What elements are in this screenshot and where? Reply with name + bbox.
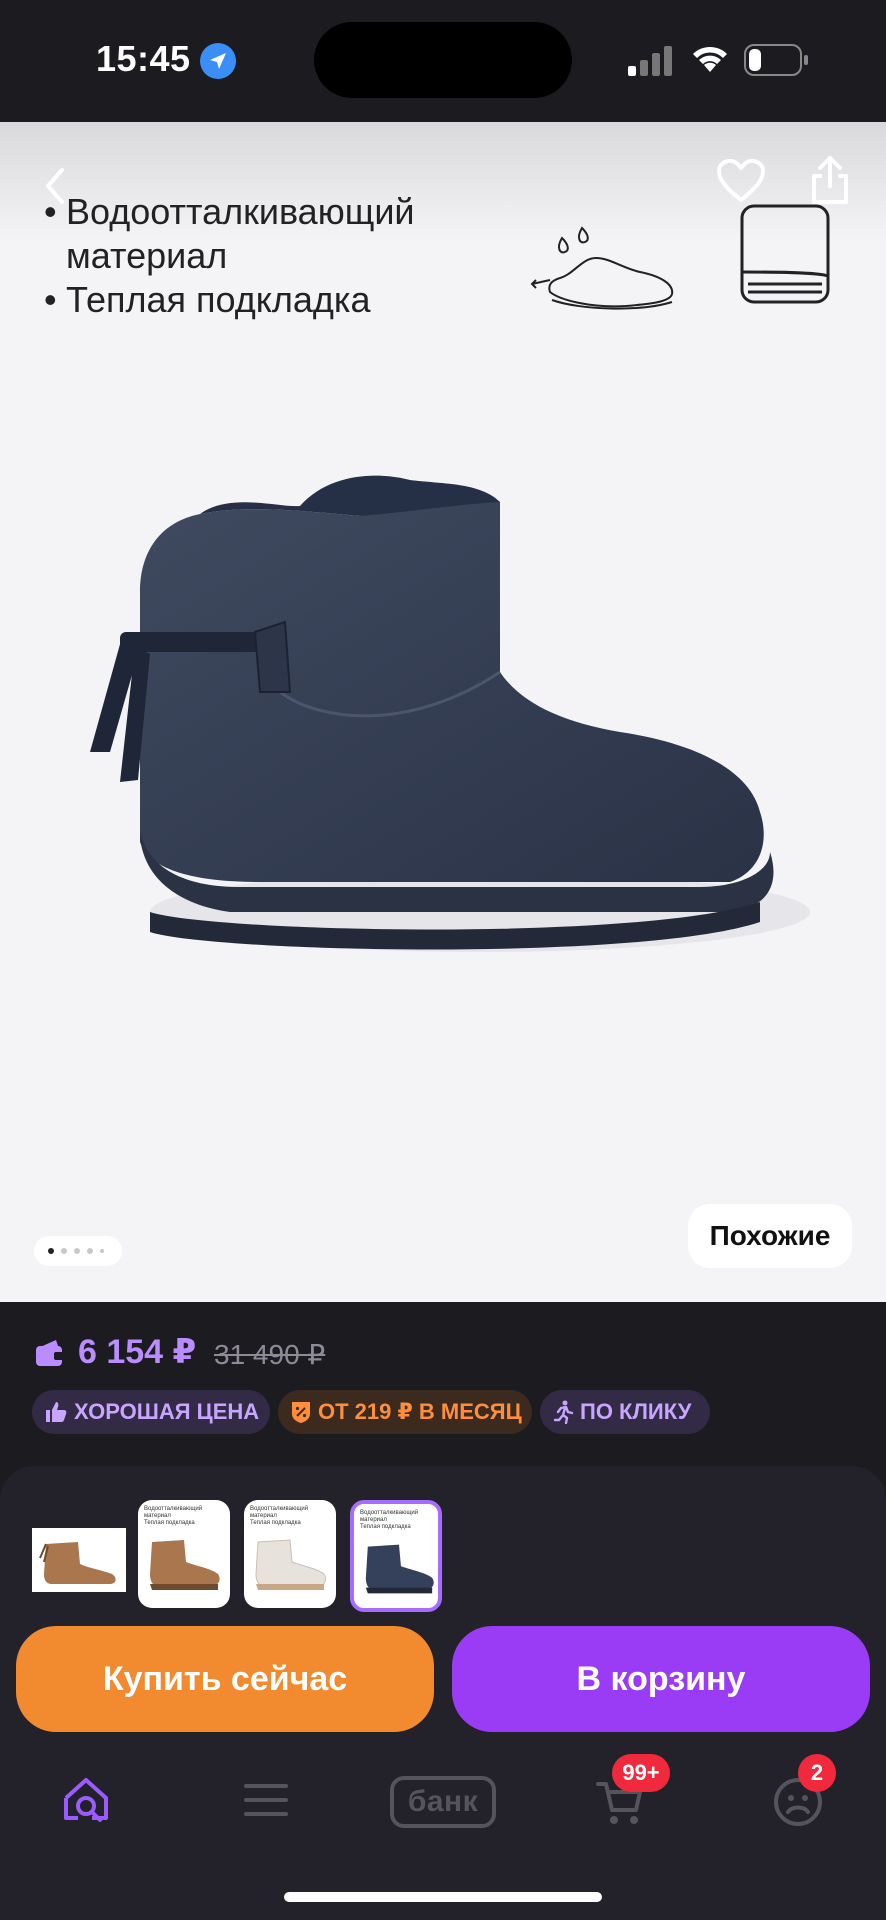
cart-count-badge: 99+ [612, 1754, 670, 1792]
bottom-tab-bar: банк 99+ 2 [0, 1736, 886, 1866]
pager-dot [61, 1248, 67, 1254]
battery-icon [744, 44, 810, 81]
product-boot-image [90, 475, 810, 952]
favorite-heart-icon[interactable] [716, 158, 766, 204]
feature-text: Водоотталкивающий материал [66, 191, 415, 276]
current-price: 6 154 ₽ [78, 1333, 197, 1371]
similar-products-button[interactable]: Похожие [688, 1204, 852, 1268]
catalog-menu-icon[interactable] [244, 1782, 288, 1818]
installment-badge[interactable]: ОТ 219 ₽ В МЕСЯЦ [278, 1390, 532, 1434]
cellular-signal-icon [628, 46, 672, 76]
good-price-badge[interactable]: ХОРОШАЯ ЦЕНА [32, 1390, 270, 1434]
wifi-icon [693, 46, 727, 72]
add-to-cart-button[interactable]: В корзину [452, 1626, 870, 1732]
gallery-pagination [34, 1236, 122, 1266]
tan-boot-thumb-image [32, 1528, 126, 1592]
percent-shield-icon [290, 1400, 312, 1424]
old-price: 31 490 ₽ [214, 1339, 326, 1370]
variant-thumbnail[interactable]: Водоотталкивающий материал Теплая подкла… [138, 1500, 230, 1608]
pager-dot [48, 1248, 54, 1254]
home-indicator [284, 1892, 602, 1902]
good-price-label: ХОРОШАЯ ЦЕНА [74, 1399, 260, 1424]
feature-item: • Теплая подкладка [44, 278, 486, 322]
thumbs-up-icon [44, 1400, 68, 1424]
water-repellent-shoe-icon [530, 226, 674, 310]
bank-tab[interactable]: банк [390, 1776, 496, 1828]
status-time: 15:45 [96, 38, 191, 79]
variant-thumbnail[interactable] [32, 1528, 126, 1592]
feature-text: Теплая подкладка [66, 279, 371, 320]
status-bar: 15:45 [0, 0, 886, 122]
warm-lining-towel-icon [740, 204, 830, 304]
home-search-icon[interactable] [62, 1774, 114, 1826]
variant-thumbnail[interactable]: Водоотталкивающий материал Теплая подкла… [244, 1500, 336, 1608]
navy-boot-thumb-image [365, 1544, 434, 1594]
dynamic-island [314, 22, 572, 98]
pager-dot [100, 1249, 104, 1253]
white-boot-thumb-image [255, 1539, 327, 1590]
profile-notification-badge: 2 [798, 1754, 836, 1792]
one-click-badge[interactable]: ПО КЛИКУ [540, 1390, 710, 1434]
pager-dot [74, 1248, 80, 1254]
buy-now-button[interactable]: Купить сейчас [16, 1626, 434, 1732]
price-section: 6 154 ₽ 31 490 ₽ ХОРОШАЯ ЦЕНА ОТ 219 ₽ В… [0, 1302, 886, 1462]
product-image-gallery[interactable]: • Водоотталкивающий материал • Теплая по… [0, 122, 886, 1302]
tan-boot-thumb-image [150, 1540, 220, 1590]
variant-thumbnail-selected[interactable]: Водоотталкивающий материал Теплая подкла… [350, 1500, 442, 1612]
running-person-icon [552, 1400, 574, 1424]
variant-thumbnails: Водоотталкивающий материал Теплая подкла… [0, 1466, 886, 1620]
wallet-icon [36, 1340, 64, 1366]
location-arrow-icon [200, 43, 236, 79]
installment-label: ОТ 219 ₽ В МЕСЯЦ [318, 1399, 522, 1424]
share-icon[interactable] [808, 154, 852, 206]
one-click-label: ПО КЛИКУ [580, 1399, 692, 1424]
feature-item: • Водоотталкивающий материал [44, 190, 486, 278]
pager-dot [87, 1248, 93, 1254]
feature-list: • Водоотталкивающий материал • Теплая по… [44, 190, 486, 322]
